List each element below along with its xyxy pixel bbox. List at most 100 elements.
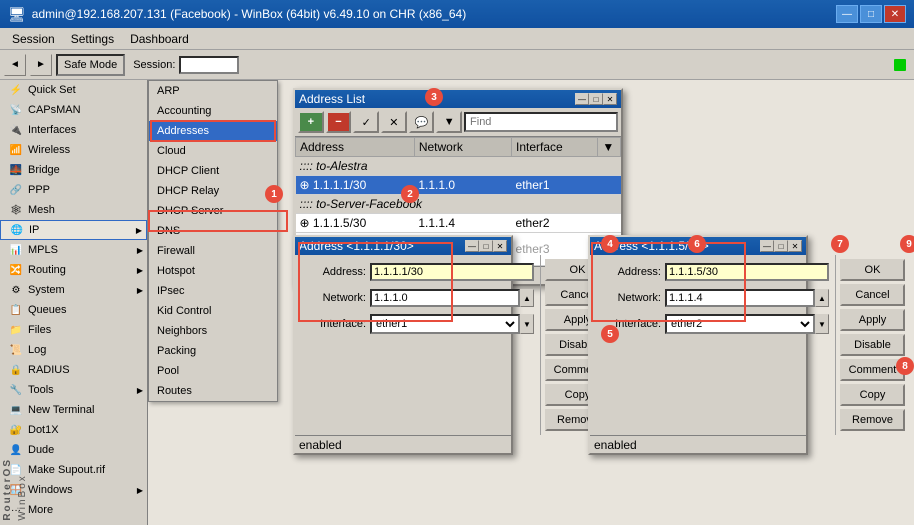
sidebar-item-ppp[interactable]: 🔗 PPP — [0, 180, 147, 200]
addr-dialog2-title-text: Address <1.1.1.5/30> — [594, 239, 760, 253]
sidebar-item-dude[interactable]: 👤 Dude — [0, 440, 147, 460]
dropdown-firewall[interactable]: Firewall — [149, 241, 277, 261]
section-label: :::: to-Alestra — [300, 159, 368, 173]
dropdown-routes[interactable]: Routes — [149, 381, 277, 401]
disable-button-2[interactable]: Disable — [840, 334, 905, 356]
close-button[interactable]: ✕ — [884, 5, 906, 23]
maximize-button[interactable]: □ — [860, 5, 882, 23]
col-interface: Interface — [512, 138, 598, 157]
sidebar-item-ip[interactable]: 🌐 IP ▶ — [0, 220, 147, 240]
network-arrow-button[interactable]: ▲ — [520, 289, 534, 307]
table-row: :::: to-Alestra — [296, 157, 621, 176]
addr-dialog2-minimize[interactable]: — — [760, 240, 774, 252]
address-list-close[interactable]: ✕ — [603, 93, 617, 105]
find-input[interactable] — [464, 112, 618, 132]
dropdown-hotspot[interactable]: Hotspot — [149, 261, 277, 281]
sidebar-item-routing[interactable]: 🔀 Routing ▶ — [0, 260, 147, 280]
network-input-1[interactable] — [370, 289, 520, 307]
addr-dialog1-status: enabled — [295, 435, 511, 453]
address-input-1[interactable] — [370, 263, 534, 281]
interface-arrow-button-2[interactable]: ▼ — [815, 314, 829, 334]
safe-mode-button[interactable]: Safe Mode — [56, 54, 125, 76]
windows-arrow-icon: ▶ — [137, 486, 143, 495]
interface-select-2[interactable]: ether2 — [665, 314, 815, 334]
cancel-button-2[interactable]: Cancel — [840, 284, 905, 306]
cross-button[interactable]: ✕ — [381, 111, 407, 133]
dropdown-kid-control[interactable]: Kid Control — [149, 301, 277, 321]
address-list-maximize[interactable]: □ — [589, 93, 603, 105]
winbox-brand: WinBox — [17, 462, 28, 521]
dude-icon: 👤 — [8, 442, 24, 458]
address-input-2[interactable] — [665, 263, 829, 281]
dropdown-ipsec[interactable]: IPsec — [149, 281, 277, 301]
sidebar-item-wireless[interactable]: 📶 Wireless — [0, 140, 147, 160]
radius-icon: 🔒 — [8, 362, 24, 378]
check-button[interactable]: ✓ — [353, 111, 379, 133]
routing-label: Routing — [28, 264, 66, 276]
badge-3: 3 — [425, 88, 443, 106]
sidebar-item-tools[interactable]: 🔧 Tools ▶ — [0, 380, 147, 400]
network-input-2[interactable] — [665, 289, 815, 307]
filter-button[interactable]: ▼ — [436, 111, 462, 133]
title-bar-controls: — □ ✕ — [836, 5, 906, 23]
dropdown-cloud[interactable]: Cloud — [149, 141, 277, 161]
addr-dialog2-form: Address: Network: ▲ Interface: — [590, 255, 835, 435]
addr-dialog1-inner: Address: Network: ▲ Interface: — [295, 255, 511, 435]
dropdown-pool[interactable]: Pool — [149, 361, 277, 381]
dropdown-accounting[interactable]: Accounting — [149, 101, 277, 121]
dropdown-dhcp-client[interactable]: DHCP Client — [149, 161, 277, 181]
comment-button-2[interactable]: Comment — [840, 359, 905, 381]
sidebar-item-mesh[interactable]: 🕸 Mesh — [0, 200, 147, 220]
remove-address-button[interactable]: − — [326, 111, 352, 133]
apply-button-2[interactable]: Apply — [840, 309, 905, 331]
sidebar-item-files[interactable]: 📁 Files — [0, 320, 147, 340]
sidebar-item-system[interactable]: ⚙ System ▶ — [0, 280, 147, 300]
dropdown-dhcp-server[interactable]: DHCP Server — [149, 201, 277, 221]
dropdown-addresses[interactable]: Addresses — [149, 121, 277, 141]
forward-button[interactable]: ► — [30, 54, 52, 76]
addr-dialog2-maximize[interactable]: □ — [774, 240, 788, 252]
dropdown-dns[interactable]: DNS — [149, 221, 277, 241]
comment-button[interactable]: 💬 — [409, 111, 435, 133]
interface-select-1[interactable]: ether1 — [370, 314, 520, 334]
sidebar-item-interfaces[interactable]: 🔌 Interfaces — [0, 120, 147, 140]
sidebar-item-mpls[interactable]: 📊 MPLS ▶ — [0, 240, 147, 260]
title-bar: 🖥 admin@192.168.207.131 (Facebook) - Win… — [0, 0, 914, 28]
addr-dialog1-minimize[interactable]: — — [465, 240, 479, 252]
table-row[interactable]: ⊕ 1.1.1.1/30 1.1.1.0 ether1 — [296, 176, 621, 195]
address-list-minimize[interactable]: — — [575, 93, 589, 105]
quick-set-icon: ⚡ — [8, 82, 24, 98]
sidebar-item-radius[interactable]: 🔒 RADIUS — [0, 360, 147, 380]
menu-settings[interactable]: Settings — [63, 30, 122, 48]
addr-dialog2-close[interactable]: ✕ — [788, 240, 802, 252]
minimize-button[interactable]: — — [836, 5, 858, 23]
sidebar-item-bridge[interactable]: 🌉 Bridge — [0, 160, 147, 180]
sidebar-item-capsman[interactable]: 📡 CAPsMAN — [0, 100, 147, 120]
sidebar-item-log[interactable]: 📜 Log — [0, 340, 147, 360]
menu-dashboard[interactable]: Dashboard — [122, 30, 197, 48]
sidebar-item-dot1x[interactable]: 🔐 Dot1X — [0, 420, 147, 440]
interface-arrow-button[interactable]: ▼ — [520, 314, 534, 334]
ok-button-2[interactable]: OK — [840, 259, 905, 281]
network-arrow-button-2[interactable]: ▲ — [815, 289, 829, 307]
addr-dialog1-close[interactable]: ✕ — [493, 240, 507, 252]
col-dropdown[interactable]: ▼ — [598, 138, 621, 157]
addr-dialog1-maximize[interactable]: □ — [479, 240, 493, 252]
address-label-2: Address: — [596, 266, 661, 278]
dropdown-arp[interactable]: ARP — [149, 81, 277, 101]
dropdown-dhcp-relay[interactable]: DHCP Relay — [149, 181, 277, 201]
menu-session[interactable]: Session — [4, 30, 63, 48]
log-icon: 📜 — [8, 342, 24, 358]
dropdown-packing[interactable]: Packing — [149, 341, 277, 361]
table-row[interactable]: ⊕ 1.1.1.5/30 1.1.1.4 ether2 — [296, 214, 621, 233]
sidebar-item-quick-set[interactable]: ⚡ Quick Set — [0, 80, 147, 100]
copy-button-2[interactable]: Copy — [840, 384, 905, 406]
sidebar-item-queues[interactable]: 📋 Queues — [0, 300, 147, 320]
interface-field-row-2: Interface: ether2 ▼ — [596, 313, 829, 335]
back-button[interactable]: ◄ — [4, 54, 26, 76]
add-address-button[interactable]: + — [298, 111, 324, 133]
sidebar-item-new-terminal[interactable]: 💻 New Terminal — [0, 400, 147, 420]
remove-button-2[interactable]: Remove — [840, 409, 905, 431]
session-box[interactable] — [179, 56, 239, 74]
dropdown-neighbors[interactable]: Neighbors — [149, 321, 277, 341]
